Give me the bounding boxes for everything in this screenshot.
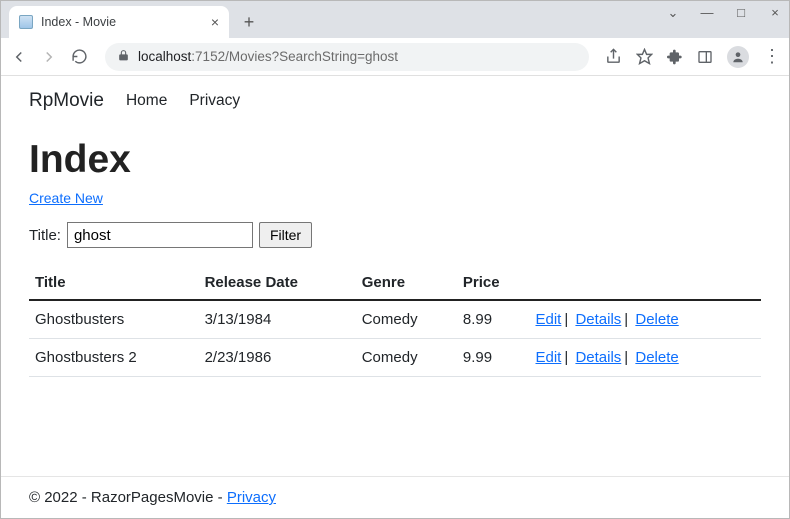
extensions-icon[interactable]	[667, 49, 683, 65]
url-text: localhost:7152/Movies?SearchString=ghost	[138, 49, 398, 64]
cell-release: 3/13/1984	[199, 300, 356, 339]
footer: © 2022 - RazorPagesMovie - Privacy	[1, 476, 789, 518]
window-controls: ⌄ — □ ×	[665, 5, 783, 21]
table-row: Ghostbusters 3/13/1984 Comedy 8.99 Edit|…	[29, 300, 761, 339]
col-release: Release Date	[199, 266, 356, 300]
nav-link-home[interactable]: Home	[126, 92, 167, 110]
edit-link[interactable]: Edit	[536, 311, 562, 328]
cell-price: 9.99	[457, 339, 530, 377]
url-host: localhost	[138, 49, 191, 64]
filter-label: Title:	[29, 227, 61, 244]
cell-genre: Comedy	[356, 300, 457, 339]
url-path: /Movies?SearchString=ghost	[225, 49, 398, 64]
movies-table: Title Release Date Genre Price Ghostbust…	[29, 266, 761, 377]
profile-avatar[interactable]	[727, 46, 749, 68]
cell-release: 2/23/1986	[199, 339, 356, 377]
filter-button[interactable]: Filter	[259, 222, 312, 248]
details-link[interactable]: Details	[575, 311, 621, 328]
cell-title: Ghostbusters 2	[29, 339, 199, 377]
tab-favicon	[19, 15, 33, 29]
footer-text: © 2022 - RazorPagesMovie -	[29, 489, 227, 506]
col-actions	[530, 266, 762, 300]
window-dropdown-icon[interactable]: ⌄	[665, 5, 681, 21]
browser-titlebar: Index - Movie × + ⌄ — □ ×	[1, 1, 789, 38]
table-header-row: Title Release Date Genre Price	[29, 266, 761, 300]
cell-title: Ghostbusters	[29, 300, 199, 339]
table-row: Ghostbusters 2 2/23/1986 Comedy 9.99 Edi…	[29, 339, 761, 377]
page-title: Index	[29, 138, 761, 182]
col-genre: Genre	[356, 266, 457, 300]
col-title: Title	[29, 266, 199, 300]
create-new-link[interactable]: Create New	[29, 190, 103, 206]
cell-genre: Comedy	[356, 339, 457, 377]
url-port: :7152	[191, 49, 225, 64]
browser-tab[interactable]: Index - Movie ×	[9, 6, 229, 38]
tab-title: Index - Movie	[41, 15, 116, 29]
share-icon[interactable]	[605, 48, 622, 65]
new-tab-button[interactable]: +	[235, 8, 263, 36]
reload-button[interactable]	[69, 47, 89, 67]
cell-actions: Edit| Details| Delete	[530, 339, 762, 377]
window-close-icon[interactable]: ×	[767, 5, 783, 21]
cell-actions: Edit| Details| Delete	[530, 300, 762, 339]
brand[interactable]: RpMovie	[29, 90, 104, 112]
page: RpMovie Home Privacy Index Create New Ti…	[1, 76, 789, 518]
edit-link[interactable]: Edit	[536, 349, 562, 366]
search-input[interactable]	[67, 222, 253, 248]
bookmark-star-icon[interactable]	[636, 48, 653, 65]
delete-link[interactable]: Delete	[635, 349, 678, 366]
side-panel-icon[interactable]	[697, 49, 713, 65]
nav-link-privacy[interactable]: Privacy	[189, 92, 240, 110]
main-content: Index Create New Title: Filter Title Rel…	[1, 122, 789, 476]
filter-form: Title: Filter	[29, 222, 761, 248]
back-button[interactable]	[9, 47, 29, 67]
col-price: Price	[457, 266, 530, 300]
window-minimize-icon[interactable]: —	[699, 5, 715, 21]
cell-price: 8.99	[457, 300, 530, 339]
site-navbar: RpMovie Home Privacy	[1, 76, 789, 122]
menu-icon[interactable]: ⋮	[763, 46, 781, 67]
window-maximize-icon[interactable]: □	[733, 5, 749, 21]
browser-toolbar: localhost:7152/Movies?SearchString=ghost…	[1, 38, 789, 76]
lock-icon	[117, 49, 130, 65]
forward-button[interactable]	[39, 47, 59, 67]
tab-close-icon[interactable]: ×	[211, 14, 219, 30]
address-bar[interactable]: localhost:7152/Movies?SearchString=ghost	[105, 43, 589, 71]
delete-link[interactable]: Delete	[635, 311, 678, 328]
footer-privacy-link[interactable]: Privacy	[227, 489, 276, 506]
details-link[interactable]: Details	[575, 349, 621, 366]
